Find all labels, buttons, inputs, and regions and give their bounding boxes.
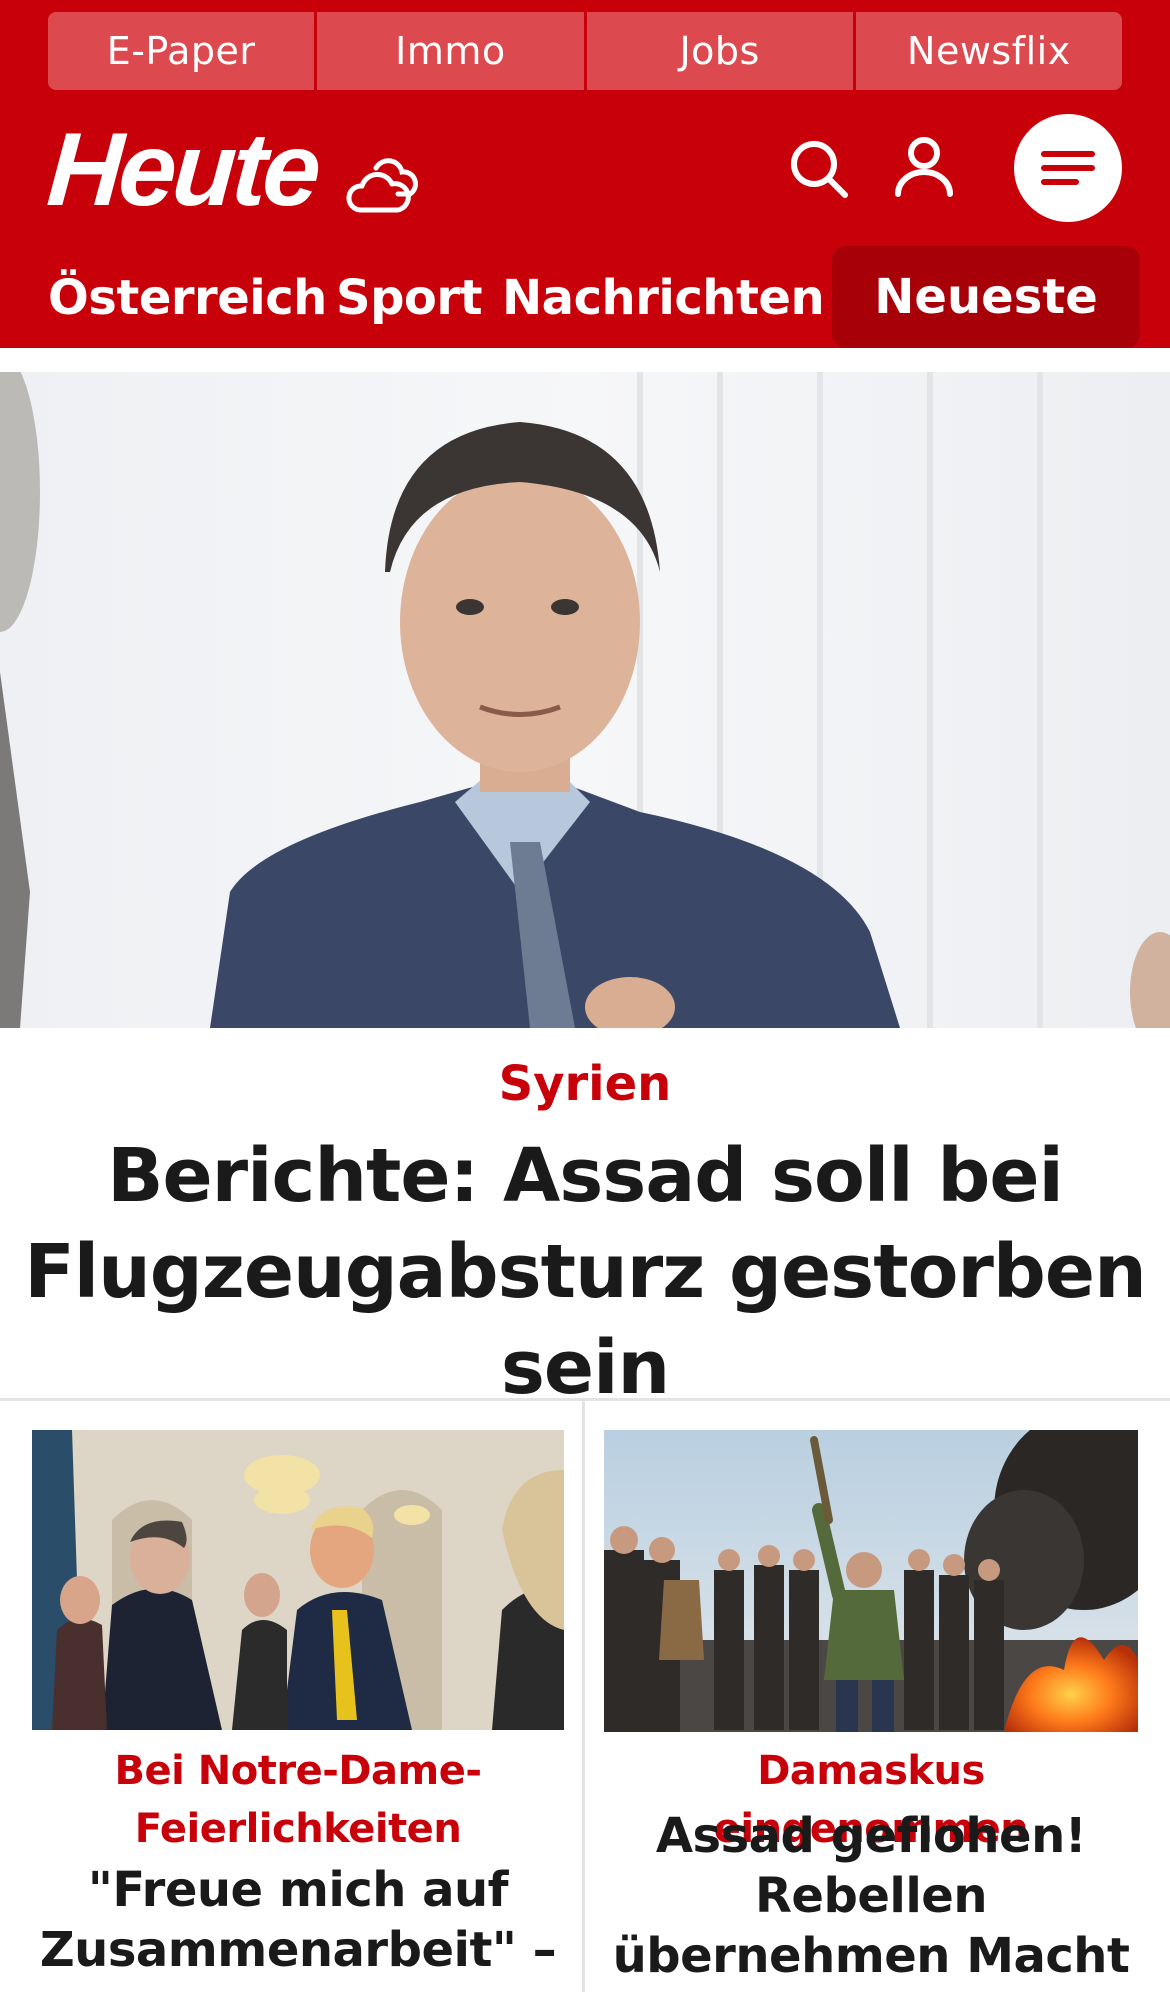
service-bar: E-Paper Immo Jobs Newsflix [48,12,1122,90]
nav-item-neueste[interactable]: Neueste [832,246,1140,348]
menu-button[interactable] [1014,114,1122,222]
teaser-image-notre-dame[interactable] [32,1430,564,1730]
service-link-jobs[interactable]: Jobs [586,12,853,90]
main-navigation: Österreich Sport Nachrichten Neueste [0,246,1170,348]
user-icon[interactable] [892,136,956,198]
nav-item-nachrichten[interactable]: Nachrichten [502,270,825,326]
teaser-kicker-notre-dame[interactable]: Bei Notre-Dame-Feierlichkeiten [32,1742,564,1858]
nav-item-sport[interactable]: Sport [336,270,483,326]
menu-icon [1041,151,1095,185]
service-link-newsflix[interactable]: Newsflix [855,12,1122,90]
search-icon[interactable] [788,138,850,200]
teaser-headline-notre-dame[interactable]: "Freue mich auf Zusammenarbeit" – [32,1860,564,1980]
teaser-headline-damaskus[interactable]: Assad geflohen! Rebellen übernehmen Mach… [604,1806,1138,1992]
site-header: E-Paper Immo Jobs Newsflix Heute Österre… [0,0,1170,348]
nav-item-oesterreich[interactable]: Österreich [48,270,327,326]
column-divider [582,1401,585,1992]
section-divider [0,1398,1170,1401]
hero-kicker[interactable]: Syrien [0,1056,1170,1112]
site-logo[interactable]: Heute [44,112,321,228]
service-link-epaper[interactable]: E-Paper [48,12,315,90]
teaser-image-damaskus[interactable] [604,1430,1138,1732]
weather-cloud-icon[interactable] [346,150,422,216]
service-link-immo[interactable]: Immo [317,12,584,90]
hero-headline[interactable]: Berichte: Assad soll bei Flugzeugabsturz… [20,1128,1150,1416]
hero-image[interactable] [0,372,1170,1028]
